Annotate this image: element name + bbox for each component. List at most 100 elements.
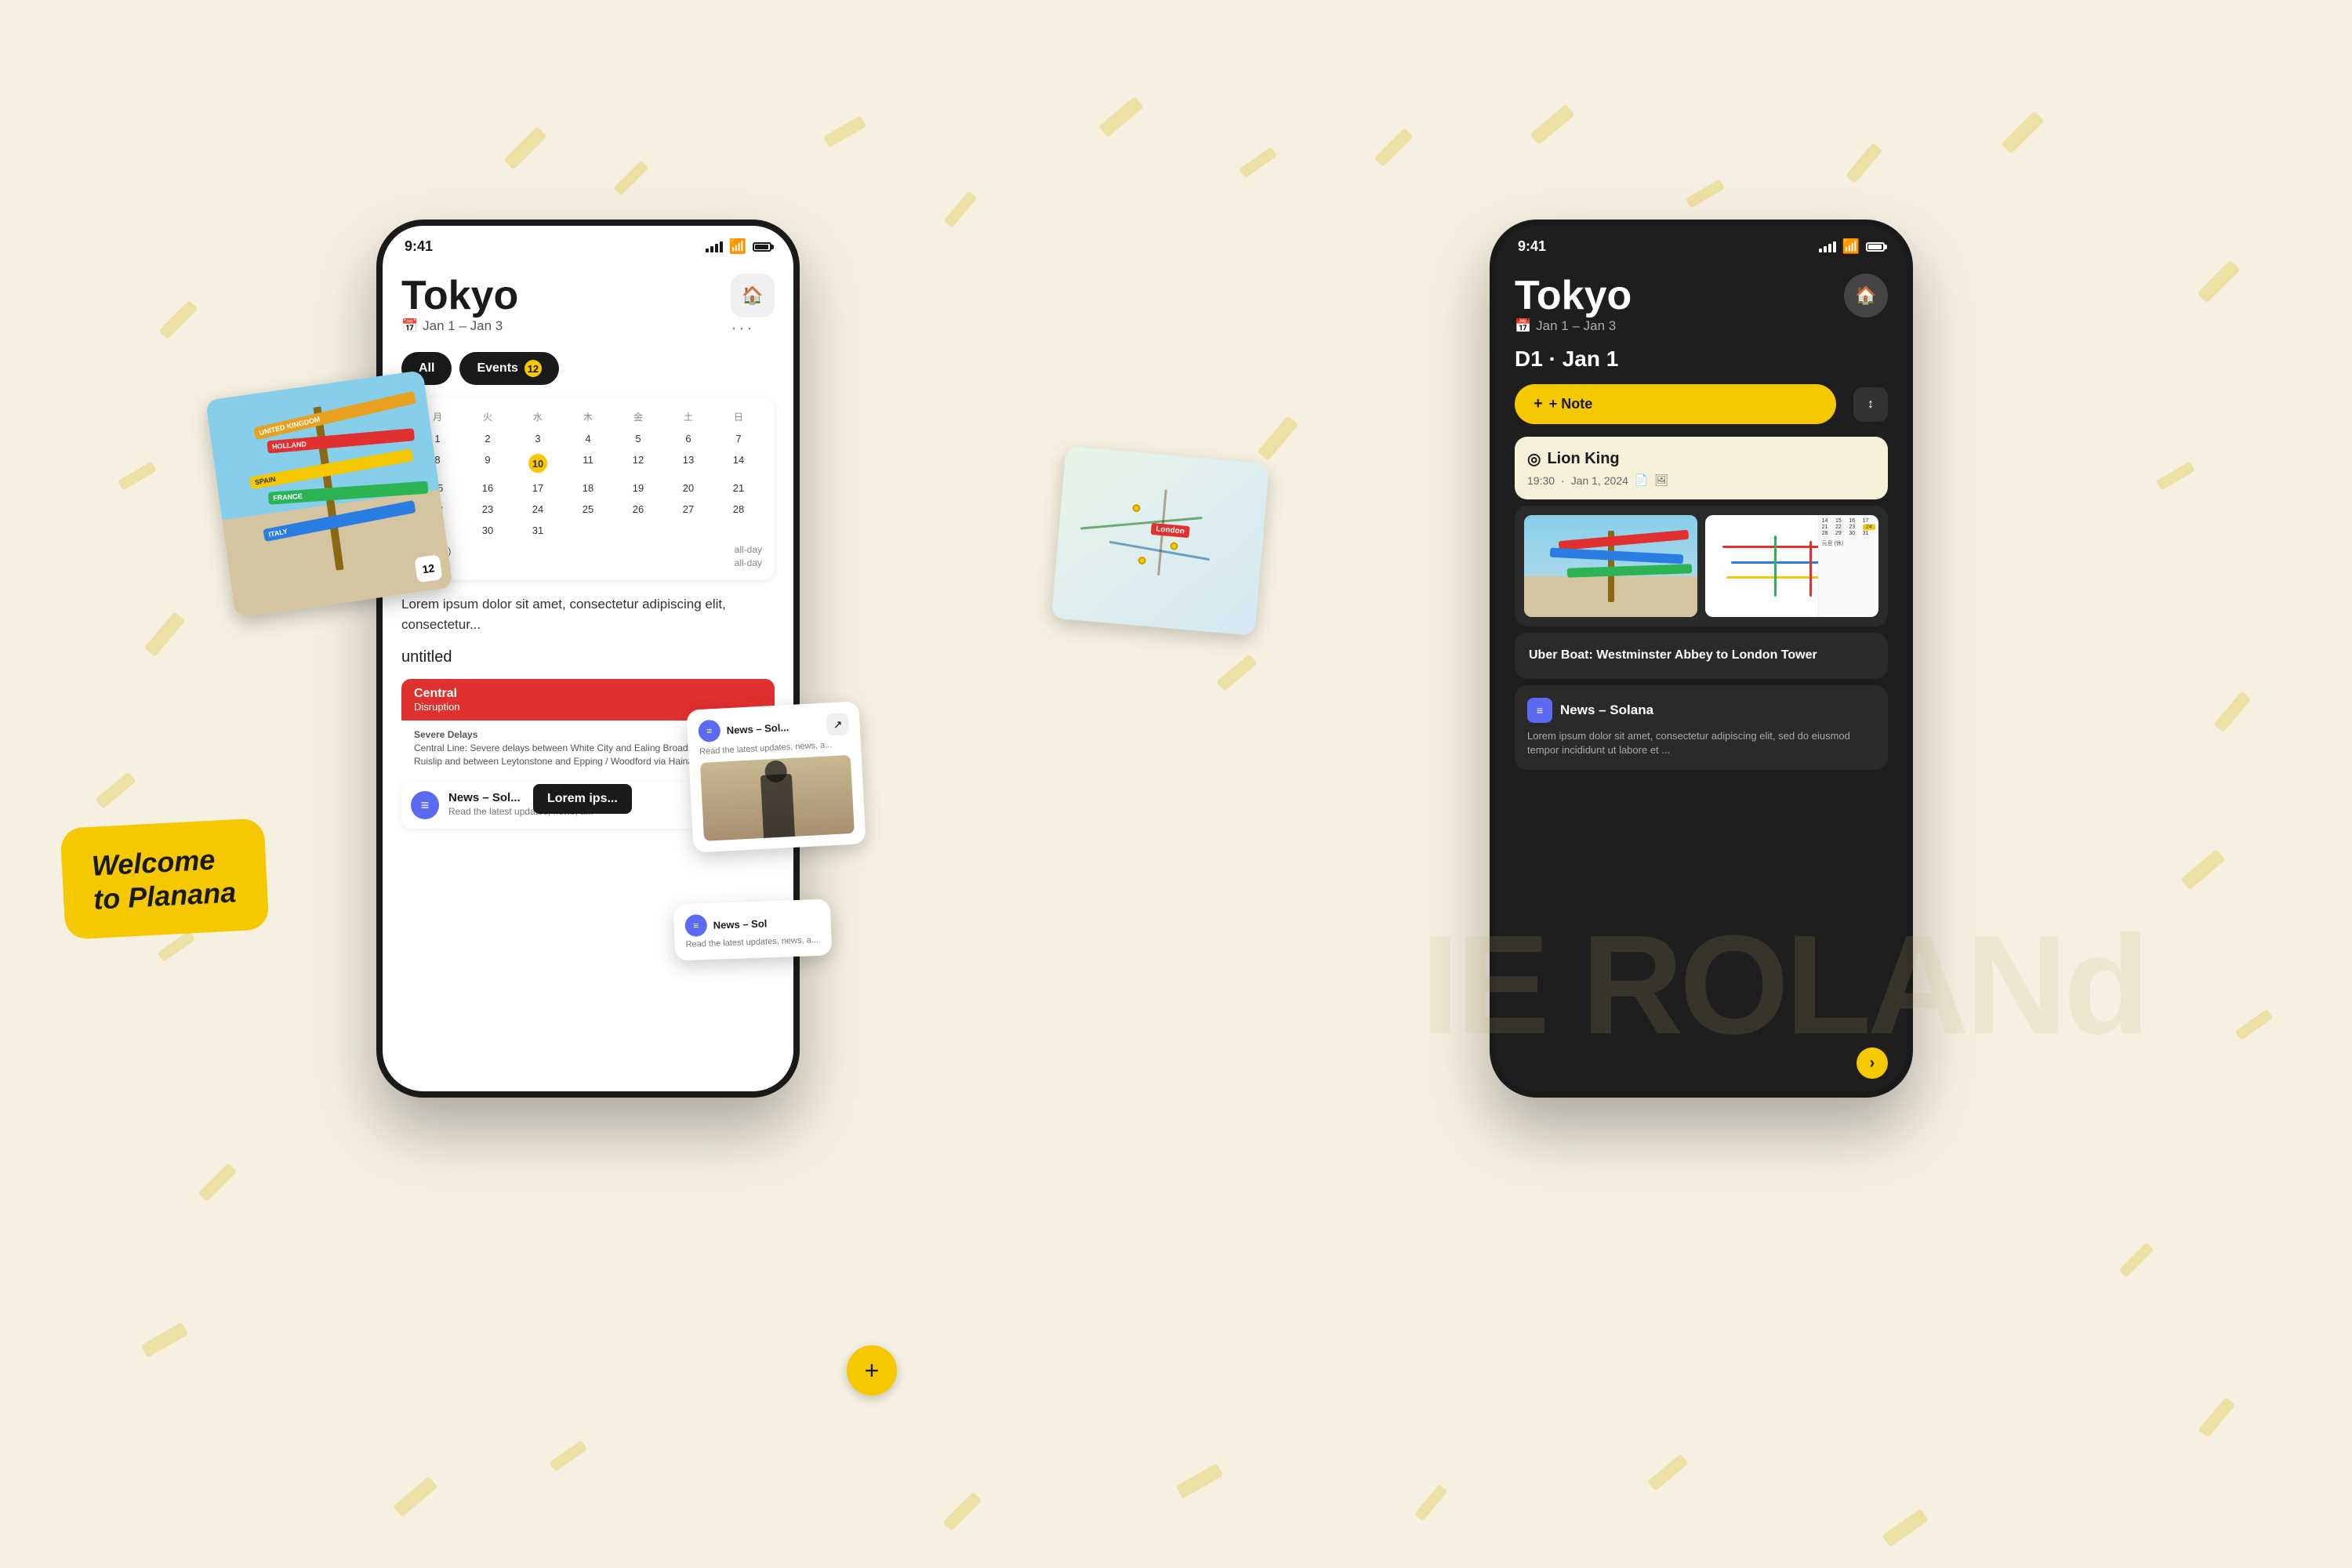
cal-day-14: 14 — [715, 451, 762, 476]
floating-plus-btn[interactable]: + — [847, 1345, 897, 1396]
news-card-header: ≡ News – Sol... ↗ — [698, 713, 849, 742]
battery-icon — [753, 242, 771, 252]
news-action-btn[interactable]: › — [1857, 1047, 1888, 1079]
signal-icon-dark — [1819, 241, 1836, 252]
cal-day-27: 27 — [665, 500, 712, 518]
calendar-strip: 14151617 21222324 28293031 元旦 (休) — [1818, 515, 1878, 617]
status-bar-light: 9:41 📶 — [383, 226, 793, 261]
news-share-icon[interactable]: ↗ — [826, 713, 849, 735]
news-icon: ≡ — [411, 791, 439, 819]
news-float-icon: ≡ — [698, 720, 720, 742]
cal-event-all-day-1: all-day — [735, 544, 762, 557]
cal-day-2: 2 — [464, 430, 511, 448]
cal-header-tu: 火 — [464, 407, 511, 426]
phone-header-light: Tokyo 📅 Jan 1 – Jan 3 🏠 ··· — [383, 261, 793, 346]
more-button-light[interactable]: ··· — [731, 318, 775, 339]
calendar-grid: 月 火 水 木 金 土 日 1 2 3 4 5 6 7 8 9 10 11 12… — [414, 407, 762, 539]
city-title-dark: Tokyo — [1515, 274, 1632, 318]
floating-signpost: UNITED KINGDOM HOLLAND SPAIN FRANCE ITAL… — [205, 370, 453, 618]
cal-day-17: 17 — [514, 479, 561, 497]
status-icons-dark: 📶 — [1819, 238, 1885, 255]
cal-day-5: 5 — [615, 430, 662, 448]
cal-header-sa: 土 — [665, 407, 712, 426]
note-btn-icon: + — [1534, 395, 1543, 413]
cal-day-13: 13 — [665, 451, 712, 476]
news-card-2-header: ≡ News – Sol — [684, 910, 820, 937]
cal-event-all-day-2: all-day — [735, 557, 762, 571]
lorem-text: Lorem ipsum dolor sit amet, consectetur … — [401, 597, 726, 632]
phone-header-dark: Tokyo 📅 Jan 1 – Jan 3 🏠 — [1496, 261, 1907, 340]
news-header-dark: ≡ News – Solana — [1527, 698, 1875, 723]
event-title-row: ◎ Lion King — [1527, 449, 1875, 469]
calendar-events-row-2: 元旦 all-day — [414, 557, 762, 571]
note-row: + + Note ↕ — [1496, 378, 1907, 430]
cal-day-3: 3 — [514, 430, 561, 448]
cal-day-23: 23 — [464, 500, 511, 518]
cal-day-16: 16 — [464, 479, 511, 497]
note-button[interactable]: + + Note — [1515, 384, 1836, 424]
disruption-body-text: Central Line: Severe delays between Whit… — [414, 742, 734, 767]
note-btn-label: + Note — [1549, 396, 1593, 412]
event-date: Jan 1, 2024 — [1571, 474, 1628, 487]
signpost-img-large: UNITED KINGDOM HOLLAND SPAIN FRANCE ITAL… — [205, 370, 453, 618]
cal-day-9: 9 — [464, 451, 511, 476]
cal-day-18: 18 — [564, 479, 612, 497]
news-float-icon-2: ≡ — [684, 914, 707, 937]
map-london: London — [1051, 446, 1269, 636]
metro-collage-img: 14151617 21222324 28293031 元旦 (休) — [1705, 515, 1878, 617]
sort-button[interactable]: ↕ — [1853, 387, 1888, 422]
cal-day-28: 28 — [715, 500, 762, 518]
disruption-header-text: Severe Delays — [414, 729, 477, 740]
event-dot: · — [1561, 474, 1565, 487]
cal-day-21: 21 — [715, 479, 762, 497]
cal-day-12: 12 — [615, 451, 662, 476]
tabs-light: All Events 12 — [383, 346, 793, 391]
cal-strip-grid: 14151617 21222324 28293031 — [1822, 518, 1875, 536]
status-bar-dark: 9:41 📶 — [1496, 226, 1907, 261]
floating-news-card: ≡ News – Sol... ↗ Read the latest update… — [686, 701, 866, 852]
cal-day-25: 25 — [564, 500, 612, 518]
cal-day-10[interactable]: 10 — [514, 451, 561, 476]
cal-day-24: 24 — [514, 500, 561, 518]
doc-icon: 📄 — [1635, 474, 1648, 487]
untitled-label: untitled — [383, 642, 793, 673]
decorative-background — [0, 0, 2352, 1568]
status-icons-light: 📶 — [706, 238, 771, 255]
cal-day-26: 26 — [615, 500, 662, 518]
title-area-dark: Tokyo 📅 Jan 1 – Jan 3 — [1515, 274, 1632, 334]
cal-day-20: 20 — [665, 479, 712, 497]
tab-events-label: Events — [477, 361, 517, 376]
lorem-overlay-text: Lorem ips... — [547, 792, 618, 805]
signpost-num-badge: 12 — [414, 554, 442, 583]
metro-line-5 — [1809, 541, 1812, 597]
boat-text: Uber Boat: Westminster Abbey to London T… — [1529, 647, 1874, 664]
news-desc-dark: Lorem ipsum dolor sit amet, consectetur … — [1527, 729, 1875, 757]
welcome-text: Welcome to Planana — [91, 844, 237, 916]
boat-card[interactable]: Uber Boat: Westminster Abbey to London T… — [1515, 633, 1888, 678]
phone-dark: 9:41 📶 Tokyo 📅 Jan 1 – Jan 3 🏠 D1 · Jan — [1490, 220, 1913, 1098]
news-title-dark: News – Solana — [1560, 702, 1653, 718]
cal-header-th: 木 — [564, 407, 612, 426]
news-float-image — [700, 755, 855, 841]
signpost-placeholder — [1524, 515, 1697, 617]
news-float-desc-2: Read the latest updates, news, a... — [685, 935, 820, 949]
event-card[interactable]: ◎ Lion King 19:30 · Jan 1, 2024 📄 🖼 — [1515, 437, 1888, 499]
lorem-overlay: Lorem ips... — [533, 784, 632, 814]
cal-header-su: 日 — [715, 407, 762, 426]
calendar-mini: 月 火 水 木 金 土 日 1 2 3 4 5 6 7 8 9 10 11 12… — [401, 397, 775, 580]
header-right-light: 🏠 ··· — [731, 274, 775, 339]
home-button-light[interactable]: 🏠 — [731, 274, 775, 318]
floating-map: London — [1051, 446, 1269, 636]
home-button-dark[interactable]: 🏠 — [1844, 274, 1888, 318]
event-icon: ◎ — [1527, 449, 1541, 469]
phone-light: 9:41 📶 Tokyo 📅 Jan 1 – Jan 3 🏠 ··· — [376, 220, 800, 1098]
news-card-dark[interactable]: ≡ News – Solana Lorem ipsum dolor sit am… — [1515, 685, 1888, 770]
news-float-desc: Read the latest updates, news, a... — [699, 739, 850, 757]
tab-events[interactable]: Events 12 — [459, 352, 558, 385]
wifi-icon: 📶 — [729, 238, 746, 255]
signpost-collage-img — [1524, 515, 1697, 617]
img-icon: 🖼 — [1654, 474, 1668, 487]
cal-header-we: 水 — [514, 407, 561, 426]
calendar-events-row: 元旦 (休) all-day — [414, 544, 762, 557]
metro-map-placeholder: 14151617 21222324 28293031 元旦 (休) — [1705, 515, 1878, 617]
